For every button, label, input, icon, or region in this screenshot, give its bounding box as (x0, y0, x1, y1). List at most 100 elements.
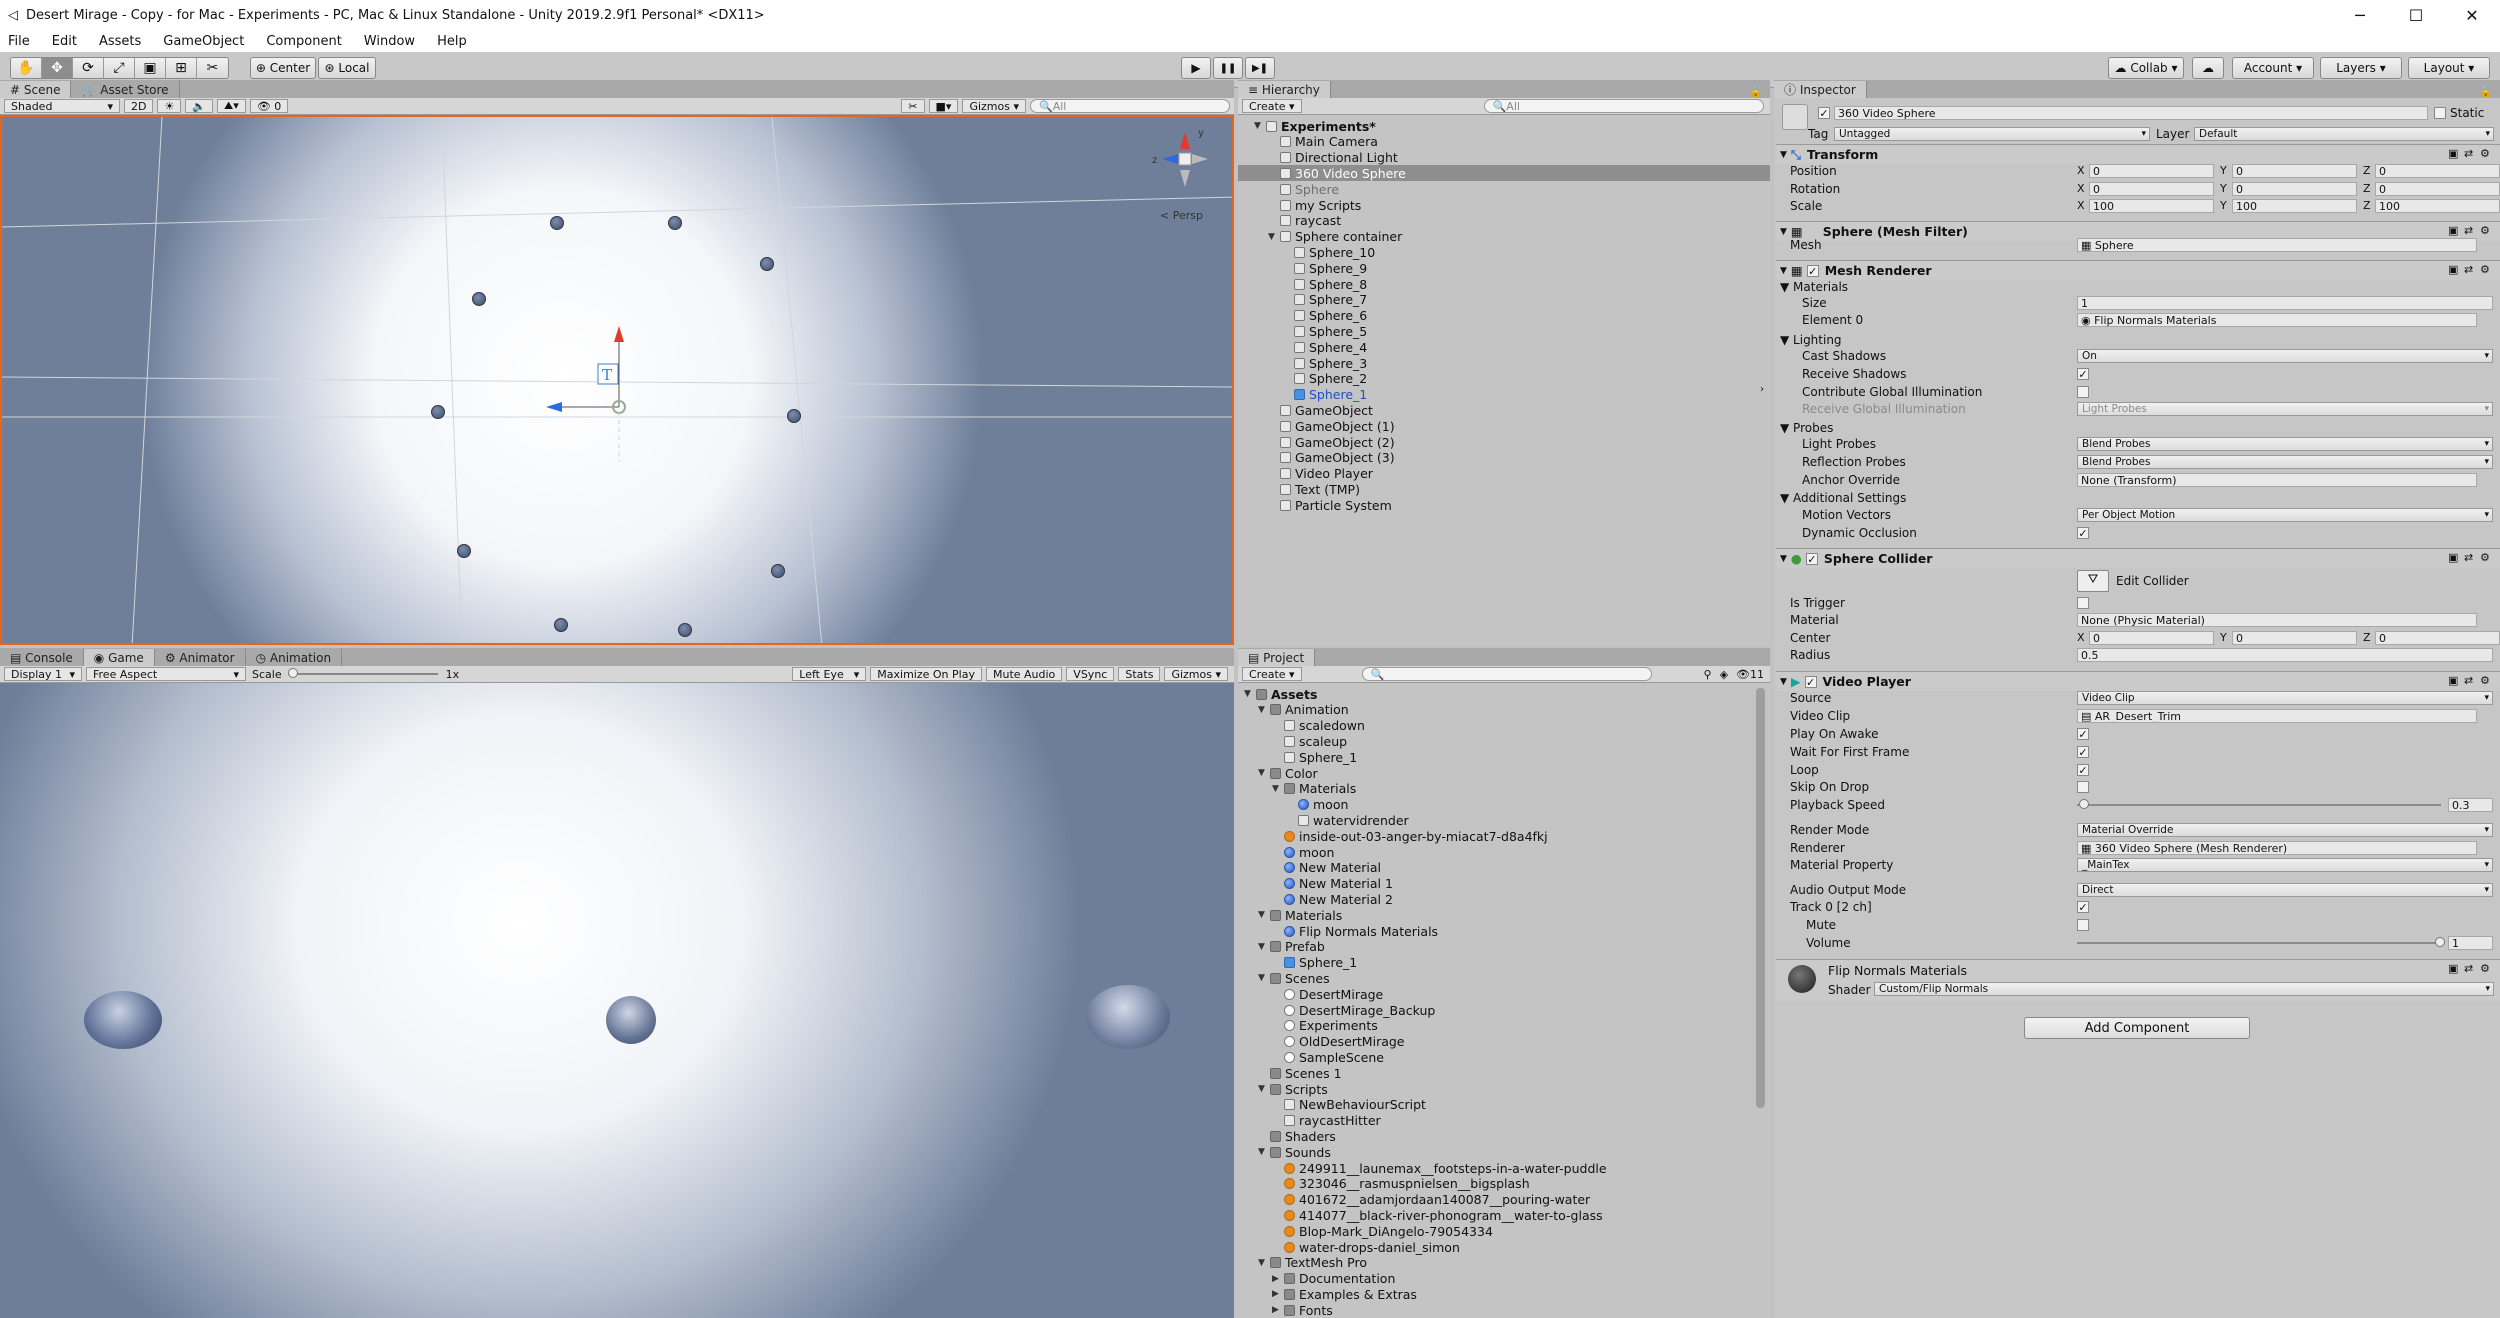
scene-search-input[interactable]: 🔍 All (1030, 99, 1230, 113)
hidden-objects-icon[interactable]: 👁 0 (249, 99, 289, 113)
motion-vectors-dropdown[interactable]: Per Object Motion (2077, 508, 2493, 522)
project-item[interactable]: ▼ Materials (1238, 907, 1770, 923)
project-item[interactable]: scaledown (1238, 718, 1770, 734)
project-item[interactable]: moon (1238, 797, 1770, 813)
material-property-dropdown[interactable]: _MainTex (2077, 858, 2493, 872)
sphere-gizmo[interactable] (771, 564, 785, 578)
tab-hierarchy[interactable]: ≡ Hierarchy (1238, 81, 1331, 98)
hierarchy-item[interactable]: GameObject (2) (1238, 434, 1770, 450)
element-0-field[interactable]: ◉ Flip Normals Materials (2077, 313, 2477, 327)
project-item[interactable]: ▼ Animation (1238, 702, 1770, 718)
project-item[interactable]: inside-out-03-anger-by-miacat7-d8a4fkj (1238, 828, 1770, 844)
layer-dropdown[interactable]: Default (2194, 127, 2494, 141)
project-item[interactable]: ▶ Examples & Extras (1238, 1286, 1770, 1302)
orientation-gizmo[interactable]: z y (1150, 127, 1220, 207)
audio-toggle-icon[interactable]: 🔈 (185, 99, 214, 113)
hierarchy-item[interactable]: Sphere_7 (1238, 292, 1770, 308)
project-item[interactable]: ▼ Scripts (1238, 1081, 1770, 1097)
rect-tool-icon[interactable]: ▣ (135, 58, 166, 78)
collab-button[interactable]: ☁ Collab ▾ (2108, 57, 2184, 79)
project-item[interactable]: 414077__black-river-phonogram__water-to-… (1238, 1207, 1770, 1223)
hierarchy-item[interactable]: Sphere_8 (1238, 276, 1770, 292)
hierarchy-item[interactable]: Text (TMP) (1238, 481, 1770, 497)
is-trigger-checkbox[interactable] (2077, 597, 2089, 609)
project-item[interactable]: ▶ Fonts (1238, 1302, 1770, 1318)
project-item[interactable]: New Material 2 (1238, 891, 1770, 907)
pivot-center-button[interactable]: ⊕ Center (250, 57, 316, 79)
settings-gear-icon[interactable]: ⚙ (2480, 263, 2490, 276)
sphere-gizmo[interactable] (550, 216, 564, 230)
preset-icon[interactable]: ⇄ (2464, 224, 2473, 237)
camera-dropdown-icon[interactable]: ■▾ (928, 99, 959, 113)
scene-gizmos-dropdown[interactable]: Gizmos ▾ (962, 99, 1026, 113)
project-item[interactable]: ▼ Color (1238, 765, 1770, 781)
light-probes-dropdown[interactable]: Blend Probes (2077, 437, 2493, 451)
mode-2d-button[interactable]: 2D (124, 99, 154, 113)
preset-icon[interactable]: ⇄ (2464, 551, 2473, 564)
volume-slider-thumb[interactable] (2435, 937, 2445, 947)
project-item[interactable]: Sphere_1 (1238, 955, 1770, 971)
move-gizmo[interactable]: T (532, 312, 672, 462)
project-item[interactable]: NewBehaviourScript (1238, 1097, 1770, 1113)
project-item[interactable]: New Material 1 (1238, 876, 1770, 892)
project-item[interactable]: ▼ Scenes (1238, 970, 1770, 986)
tab-animator[interactable]: ⚙ Animator (155, 649, 246, 666)
y-axis-handle[interactable] (614, 326, 624, 342)
expand-arrow-icon[interactable]: ▼ (1258, 1258, 1270, 1268)
preset-icon[interactable]: ⇄ (2464, 263, 2473, 276)
hierarchy-item[interactable]: 360 Video Sphere (1238, 165, 1770, 182)
expand-arrow-icon[interactable]: ▶ (1272, 1274, 1284, 1284)
project-item[interactable]: ▼ Prefab (1238, 939, 1770, 955)
stats-toggle[interactable]: Stats (1118, 667, 1161, 681)
volume-slider-value-field[interactable]: 1 (2448, 936, 2493, 950)
hand-tool-icon[interactable]: ✋ (11, 58, 42, 78)
tab-inspector[interactable]: ⓘ Inspector (1774, 81, 1867, 98)
scene-expand-icon[interactable]: › (1760, 384, 1764, 395)
step-button[interactable]: ▶❚ (1245, 57, 1275, 79)
lock-icon[interactable]: 🔒 (1750, 87, 1762, 98)
expand-arrow-icon[interactable]: ▼ (1244, 689, 1256, 699)
tab-scene[interactable]: # Scene (0, 81, 72, 98)
filter-type-icon[interactable]: ⚲ (1704, 668, 1712, 681)
menu-help[interactable]: Help (437, 34, 467, 49)
mute-audio-toggle[interactable]: Mute Audio (985, 667, 1063, 681)
transform-position-x-field[interactable]: 0 (2089, 164, 2214, 178)
preset-icon[interactable]: ⇄ (2464, 147, 2473, 160)
hierarchy-item[interactable]: Sphere_9 (1238, 260, 1770, 276)
move-tool-icon[interactable]: ✥ (42, 58, 73, 78)
contribute-gi-checkbox[interactable] (2077, 386, 2089, 398)
hierarchy-item[interactable]: Sphere_2 (1238, 371, 1770, 387)
sphere-gizmo[interactable] (457, 544, 471, 558)
project-item[interactable]: Experiments (1238, 1018, 1770, 1034)
project-item[interactable]: ▶ Documentation (1238, 1271, 1770, 1287)
maximize-button[interactable]: ☐ (2388, 6, 2444, 25)
hierarchy-item[interactable]: ▼ Sphere container (1238, 229, 1770, 245)
collider-center-x-field[interactable]: 0 (2089, 631, 2214, 645)
custom-tool-icon[interactable]: ✂ (197, 58, 228, 78)
transform-scale-y-field[interactable]: 100 (2232, 199, 2357, 213)
probes-section[interactable]: ▼ Probes (1780, 421, 1833, 435)
settings-gear-icon[interactable]: ⚙ (2480, 147, 2490, 160)
lighting-section[interactable]: ▼ Lighting (1780, 333, 1842, 347)
project-search-input[interactable]: 🔍 (1361, 667, 1652, 681)
project-item[interactable]: DesertMirage (1238, 986, 1770, 1002)
expand-arrow-icon[interactable]: ▼ (1272, 784, 1284, 794)
settings-gear-icon[interactable]: ⚙ (2480, 962, 2490, 975)
menu-assets[interactable]: Assets (99, 34, 141, 49)
skip-on-drop-checkbox[interactable] (2077, 781, 2089, 793)
hierarchy-item[interactable]: Sphere_1 (1238, 387, 1770, 403)
expand-arrow-icon[interactable]: ▼ (1258, 942, 1270, 952)
collider-material-field[interactable]: None (Physic Material) (2077, 613, 2477, 627)
transform-position-z-field[interactable]: 0 (2375, 164, 2500, 178)
project-item[interactable]: Scenes 1 (1238, 1065, 1770, 1081)
shading-dropdown[interactable]: Shaded ▾ (4, 99, 120, 113)
active-checkbox[interactable]: ✓ (1818, 107, 1830, 119)
settings-gear-icon[interactable]: ⚙ (2480, 551, 2490, 564)
tab-animation[interactable]: ◷ Animation (246, 649, 343, 666)
hierarchy-item[interactable]: Video Player (1238, 466, 1770, 482)
project-item[interactable]: watervidrender (1238, 812, 1770, 828)
audio-output-dropdown[interactable]: Direct (2077, 883, 2493, 897)
reflection-probes-dropdown[interactable]: Blend Probes (2077, 455, 2493, 469)
project-item[interactable]: OldDesertMirage (1238, 1034, 1770, 1050)
source-dropdown[interactable]: Video Clip (2077, 691, 2493, 705)
